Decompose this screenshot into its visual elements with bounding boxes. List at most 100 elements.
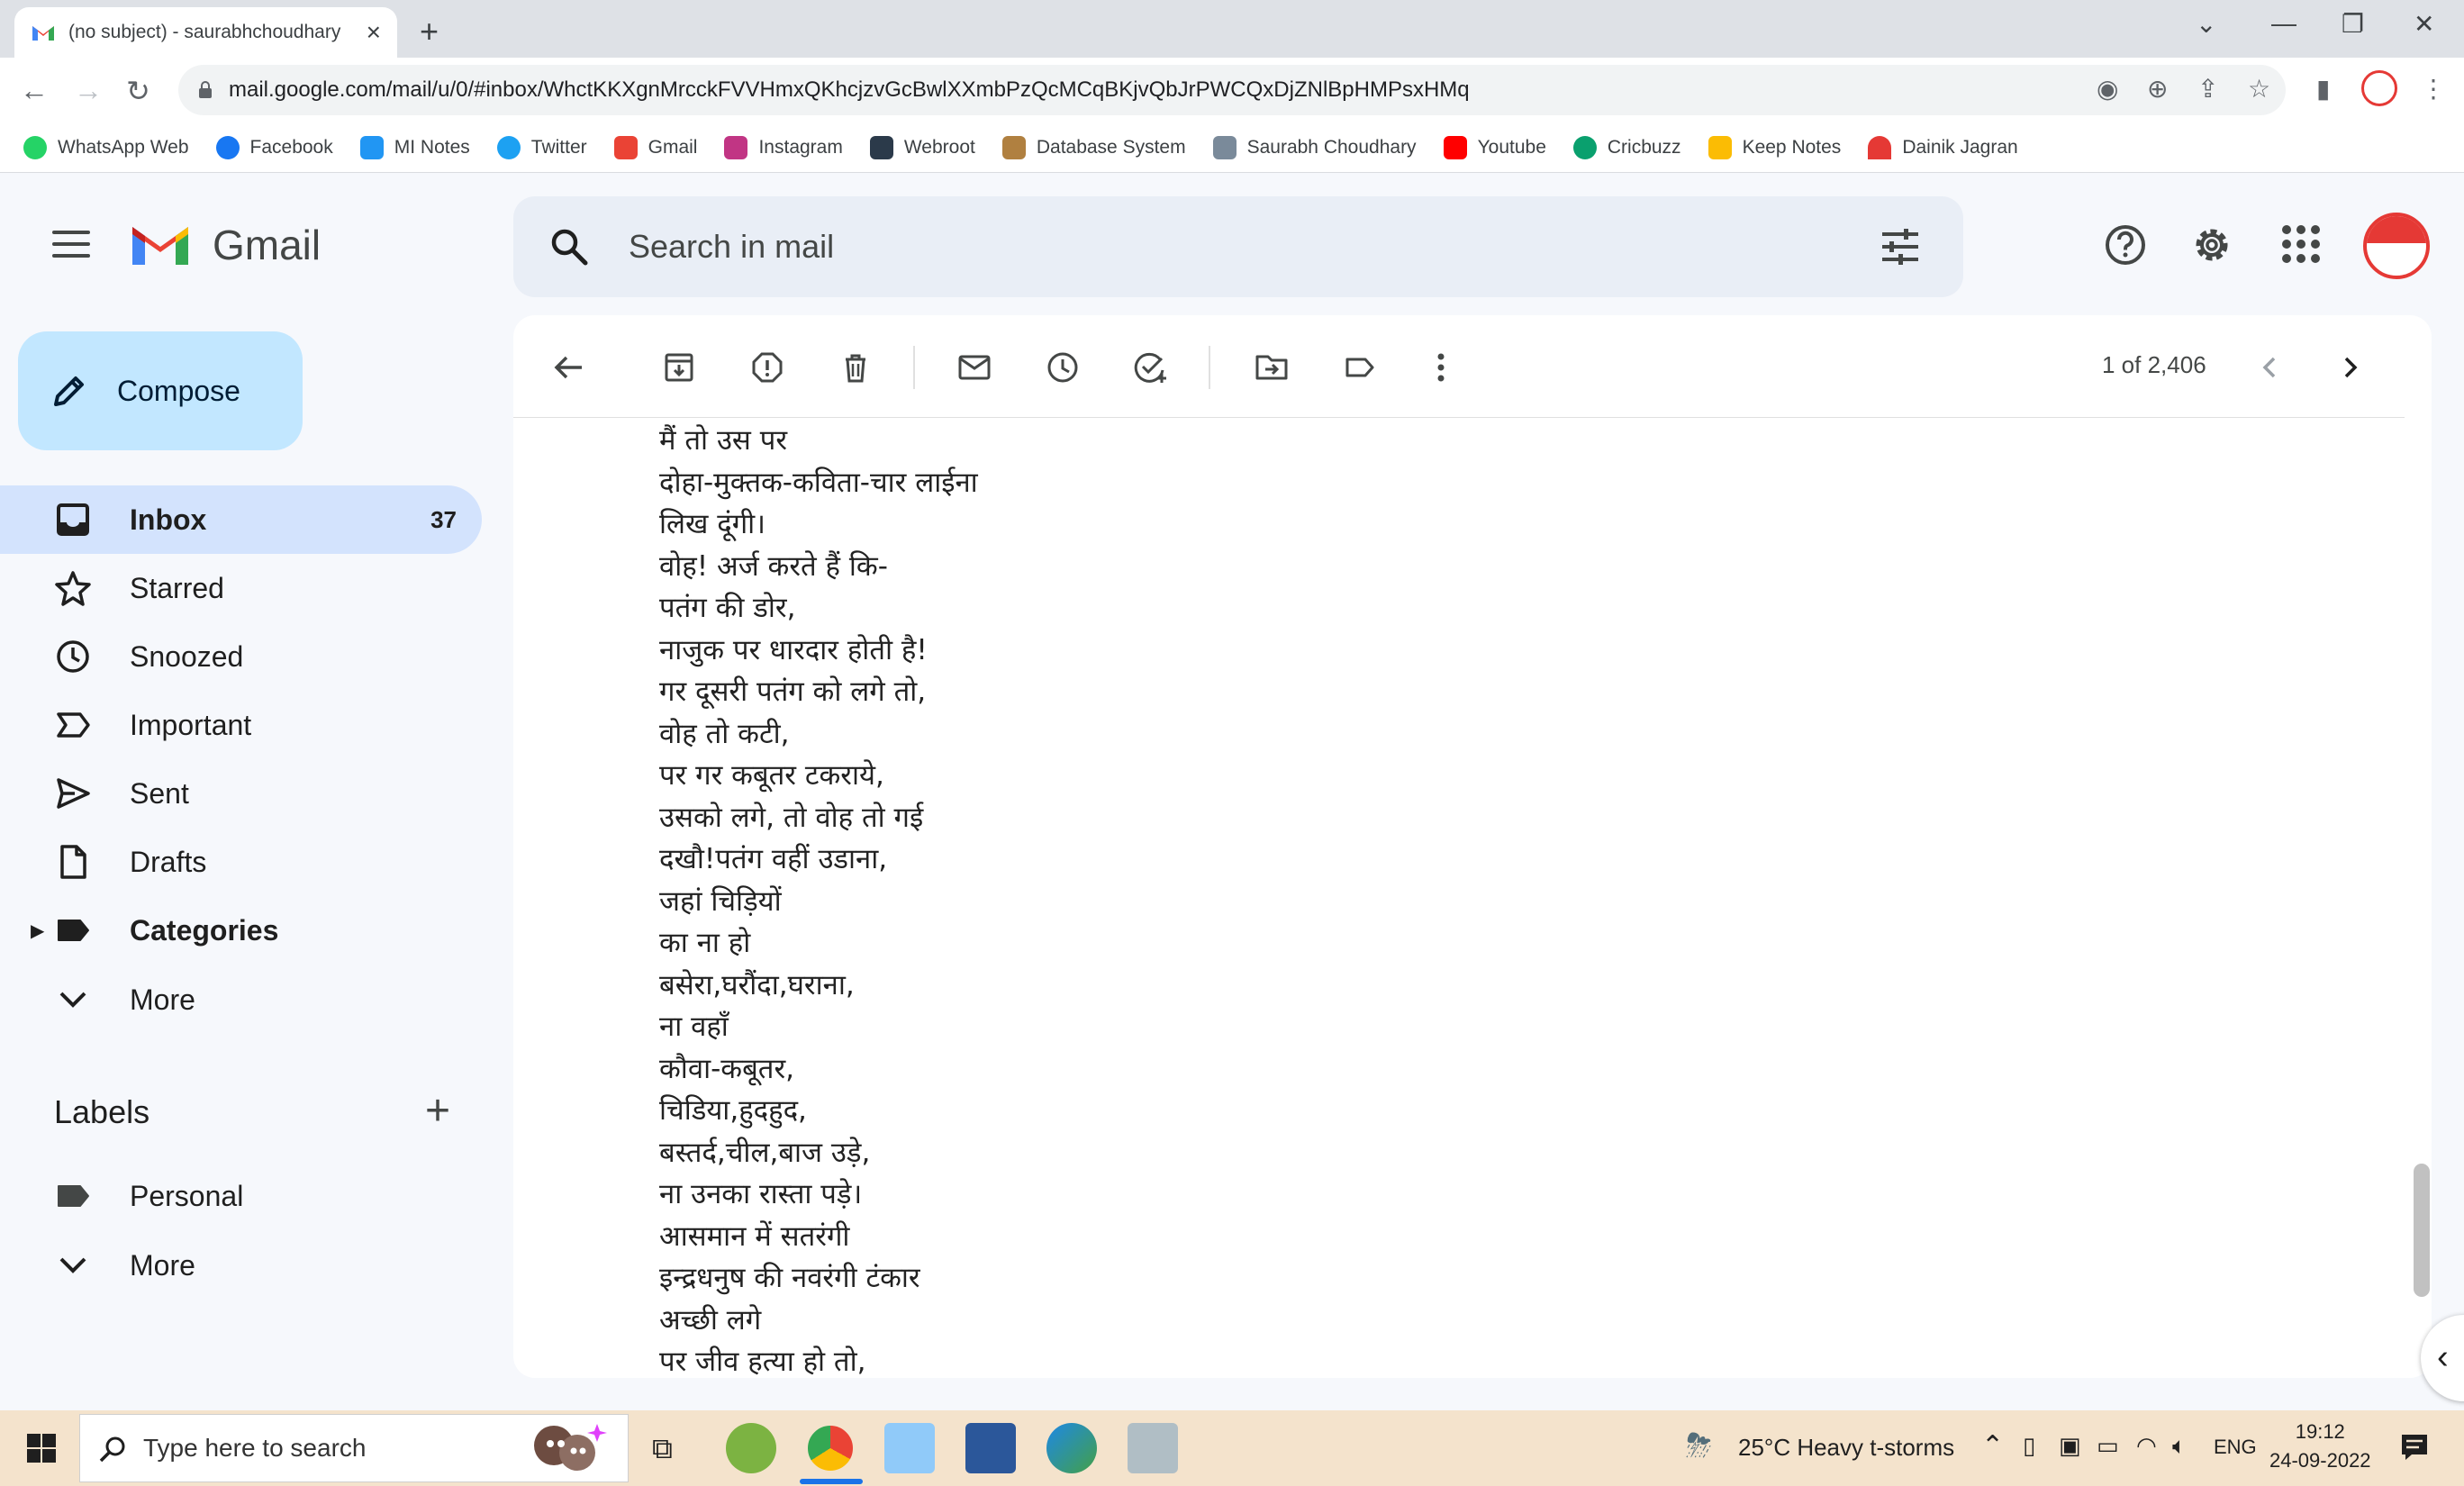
weather-text[interactable]: 25°C Heavy t-storms [1738, 1434, 1954, 1462]
bookmark-star-icon[interactable]: ☆ [2248, 74, 2270, 104]
sidebar-item-important[interactable]: Important [0, 691, 482, 759]
delete-icon[interactable] [834, 346, 877, 389]
reload-icon[interactable]: ↻ [126, 74, 150, 108]
expand-arrow-icon[interactable]: ▶ [31, 920, 44, 942]
labels-icon[interactable] [1338, 346, 1381, 389]
snooze-icon[interactable] [1041, 346, 1084, 389]
bookmark-facebook[interactable]: Facebook [215, 135, 333, 159]
sidebar-item-sent[interactable]: Sent [0, 759, 482, 828]
help-icon[interactable] [2104, 223, 2147, 267]
windows-taskbar: Type here to search ⧉ ⛈ 25°C Heavy t-sto… [0, 1410, 2464, 1486]
message-line: का ना हो [659, 927, 751, 959]
chevron-down-icon [54, 1246, 92, 1284]
report-spam-icon[interactable] [746, 346, 789, 389]
bookmark-cricbuzz[interactable]: Cricbuzz [1572, 135, 1681, 159]
image-viewer-icon[interactable] [884, 1423, 935, 1473]
sidebar-label-personal[interactable]: Personal [0, 1162, 482, 1230]
archive-icon[interactable] [657, 346, 701, 389]
sidebar-item-snoozed[interactable]: Snoozed [0, 622, 482, 691]
omnibox[interactable]: mail.google.com/mail/u/0/#inbox/WhctKKXg… [178, 65, 2286, 115]
compose-button[interactable]: Compose [18, 331, 303, 450]
bookmark-saurabh-choudhary[interactable]: Saurabh Choudhary [1212, 135, 1417, 159]
restore-icon[interactable]: ❐ [2342, 9, 2364, 39]
message-pane: 1 of 2,406 मैं तो उस पर दोहा-मुक्तक-कवित… [513, 315, 2432, 1378]
word-icon[interactable] [965, 1423, 1016, 1473]
taskbar-app-green-icon[interactable] [726, 1423, 776, 1473]
battery-icon[interactable]: ▭ [2097, 1432, 2119, 1460]
windows-start-icon[interactable] [27, 1434, 56, 1463]
task-view-icon[interactable]: ⧉ [652, 1432, 673, 1466]
lock-icon [199, 81, 212, 98]
eye-icon[interactable]: ◉ [2097, 74, 2118, 104]
share-icon[interactable]: ⇪ [2197, 74, 2218, 104]
bookmark-dainik-jagran[interactable]: Dainik Jagran [1868, 135, 2018, 159]
mark-unread-icon[interactable] [953, 346, 996, 389]
bookmark-youtube[interactable]: Youtube [1443, 135, 1546, 159]
forward-icon[interactable]: → [74, 74, 103, 107]
sidebar-labels-more[interactable]: More [0, 1231, 482, 1300]
browser-tab-active[interactable]: (no subject) - saurabhchoudhary × [14, 7, 397, 58]
paint-icon[interactable] [1128, 1423, 1178, 1473]
wifi-icon[interactable]: ◠ [2136, 1432, 2157, 1460]
sidebar-item-categories[interactable]: ▶ Categories [0, 896, 482, 965]
label-icon [54, 1177, 92, 1215]
add-to-tasks-icon[interactable] [1129, 346, 1173, 389]
more-options-icon[interactable] [1419, 346, 1463, 389]
bookmark-twitter[interactable]: Twitter [496, 135, 587, 159]
minimize-icon[interactable]: — [2271, 9, 2296, 38]
new-tab-icon[interactable]: + [420, 13, 439, 50]
search-icon[interactable] [549, 227, 589, 267]
notifications-icon[interactable] [2399, 1432, 2430, 1463]
sidebar-item-inbox[interactable]: Inbox 37 [0, 485, 482, 554]
weather-storm-icon[interactable]: ⛈ [1686, 1427, 1712, 1465]
bookmark-instagram[interactable]: Instagram [724, 135, 843, 159]
tab-search-chevron-icon[interactable]: ⌄ [2196, 9, 2216, 39]
older-chevron-right-icon[interactable] [2329, 346, 2372, 389]
pagination-text: 1 of 2,406 [2102, 351, 2206, 378]
zoom-icon[interactable]: ⊕ [2147, 74, 2168, 104]
language-indicator[interactable]: ENG [2214, 1436, 2257, 1459]
message-line: वोह तो कटी, [659, 717, 790, 750]
clock[interactable]: 19:12 24-09-2022 [2269, 1418, 2371, 1475]
search-options-icon[interactable] [1880, 227, 1920, 267]
close-window-icon[interactable]: ✕ [2414, 9, 2434, 39]
sidebar-item-starred[interactable]: Starred [0, 554, 482, 622]
side-panel-icon[interactable]: ▮ [2316, 74, 2330, 104]
back-icon[interactable]: ← [20, 74, 49, 107]
tray-chevron-up-icon[interactable]: ⌃ [1981, 1430, 2004, 1462]
bookmark-whatsapp[interactable]: WhatsApp Web [23, 135, 189, 159]
edge-icon[interactable] [1046, 1423, 1097, 1473]
bookmark-mi-notes[interactable]: MI Notes [359, 135, 470, 159]
scrollbar-thumb[interactable] [2414, 1164, 2430, 1297]
toolbar-divider [1209, 346, 1210, 389]
back-to-inbox-icon[interactable] [548, 346, 591, 389]
tray-apps-icon[interactable]: ▯ [2023, 1432, 2035, 1460]
sidebar-item-drafts[interactable]: Drafts [0, 828, 482, 896]
search-input[interactable]: Search in mail [629, 228, 834, 266]
account-avatar[interactable] [2363, 213, 2430, 279]
tab-close-icon[interactable]: × [367, 18, 381, 47]
bookmarks-bar: WhatsApp Web Facebook MI Notes Twitter G… [0, 122, 2464, 173]
bookmark-keep-notes[interactable]: Keep Notes [1708, 135, 1841, 159]
bookmark-database-system[interactable]: Database System [1001, 135, 1186, 159]
move-to-icon[interactable] [1250, 346, 1293, 389]
main-menu-icon[interactable] [52, 231, 90, 258]
gmail-logo-icon[interactable] [129, 222, 192, 268]
browser-menu-icon[interactable]: ⋮ [2421, 74, 2446, 104]
search-bar[interactable]: Search in mail [513, 196, 1963, 297]
chrome-icon[interactable] [805, 1423, 856, 1473]
profile-avatar-icon[interactable] [2361, 70, 2397, 106]
bookmark-gmail[interactable]: Gmail [613, 135, 697, 159]
taskbar-search-input[interactable]: Type here to search [143, 1434, 366, 1463]
apps-grid-icon[interactable] [2280, 223, 2322, 265]
sidebar-item-more[interactable]: More [0, 965, 482, 1034]
bookmark-webroot[interactable]: Webroot [869, 135, 975, 159]
add-label-icon[interactable]: + [425, 1086, 450, 1136]
active-app-indicator [800, 1479, 863, 1484]
settings-gear-icon[interactable] [2190, 223, 2233, 267]
volume-icon[interactable]: 🔈︎ [2172, 1432, 2187, 1461]
taskbar-search-box[interactable]: Type here to search [79, 1414, 629, 1482]
meet-now-icon[interactable]: ▣ [2059, 1432, 2081, 1460]
message-line: बस्तर्द,चील,बाज उड़े, [659, 1136, 871, 1169]
newer-chevron-left-icon[interactable] [2248, 346, 2291, 389]
